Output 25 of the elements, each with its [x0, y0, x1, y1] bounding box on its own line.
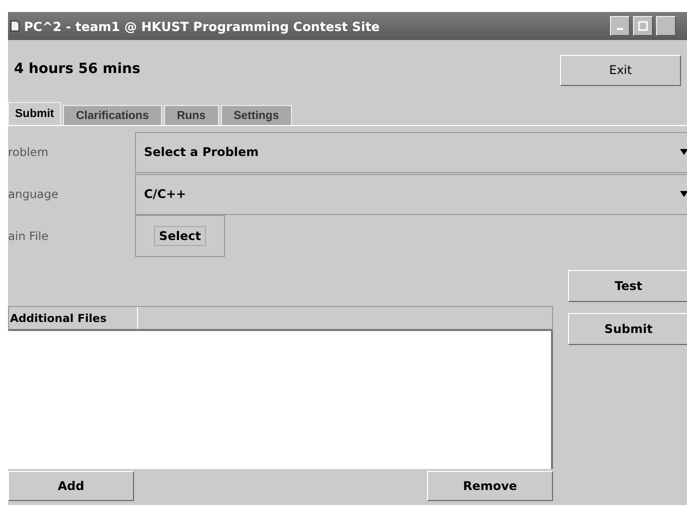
maximize-icon [638, 21, 648, 31]
field-label: ain File [8, 229, 50, 243]
list-button[interactable]: Remove [427, 471, 553, 501]
exit-button[interactable]: Exit [560, 54, 681, 86]
action-button[interactable]: Test [568, 270, 687, 302]
tab[interactable]: Clarifications [62, 105, 162, 125]
tab[interactable]: Submit [8, 102, 61, 125]
dropdown[interactable]: Select a Problem [135, 132, 687, 172]
list-button[interactable]: Add [8, 471, 134, 501]
time-remaining: 4 hours 56 mins [14, 61, 140, 77]
dropdown[interactable]: C/C++ [135, 174, 687, 214]
action-button[interactable]: Submit [568, 313, 687, 345]
minimize-button[interactable] [610, 16, 630, 36]
window-title: PC^2 - team1 @ HKUST Programming Contest Site [24, 18, 380, 34]
caret-icon [680, 149, 687, 155]
tab[interactable]: Runs [164, 105, 219, 125]
select-button[interactable]: Select [154, 226, 206, 246]
field-label: anguage [8, 187, 60, 201]
close-button[interactable] [656, 16, 676, 36]
tab[interactable]: Settings [220, 105, 292, 125]
column-header: Additional Files [9, 307, 138, 329]
maximize-button[interactable] [633, 16, 653, 36]
document-icon [10, 20, 20, 32]
caret-icon [680, 191, 687, 197]
field-label: roblem [8, 145, 50, 159]
